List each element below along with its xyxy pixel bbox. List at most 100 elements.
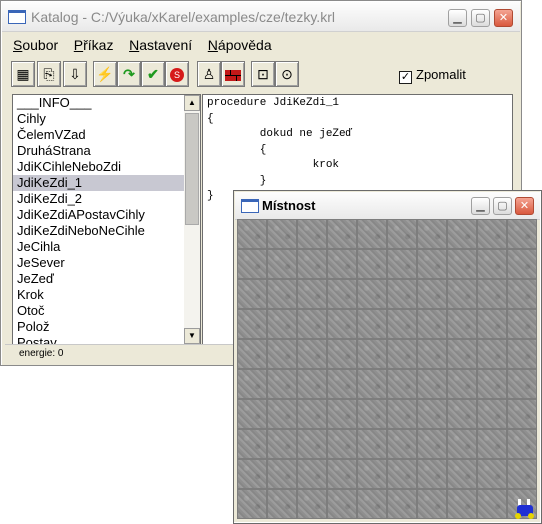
zpomalit-checkbox[interactable]: ✓ Zpomalit [399, 67, 466, 84]
room-tile[interactable] [358, 280, 386, 308]
room-tile[interactable] [478, 490, 506, 518]
room-tile[interactable] [418, 490, 446, 518]
target-icon-button[interactable]: ⊙ [275, 61, 299, 87]
room-tile[interactable] [478, 310, 506, 338]
room-tile[interactable] [508, 250, 536, 278]
room-tile[interactable] [418, 280, 446, 308]
list-item[interactable]: JdiKeZdiNeboNeCihle [13, 223, 184, 239]
room-tile[interactable] [328, 280, 356, 308]
room-tile[interactable] [358, 460, 386, 488]
room-tile[interactable] [298, 490, 326, 518]
room-tile[interactable] [508, 280, 536, 308]
room-tile[interactable] [358, 310, 386, 338]
room-tile[interactable] [448, 250, 476, 278]
room-tile[interactable] [268, 400, 296, 428]
room-tile[interactable] [328, 400, 356, 428]
minimize-button[interactable]: ▁ [448, 9, 467, 27]
list-item[interactable]: ČelemVZad [13, 127, 184, 143]
list-item[interactable]: Polož [13, 319, 184, 335]
room-tile[interactable] [388, 310, 416, 338]
room-tile[interactable] [358, 340, 386, 368]
room-tile[interactable] [508, 460, 536, 488]
list-item[interactable]: JdiKeZdi_2 [13, 191, 184, 207]
list-item[interactable]: JeCihla [13, 239, 184, 255]
room-tile[interactable] [448, 460, 476, 488]
room-tile[interactable] [418, 310, 446, 338]
list-scrollbar[interactable]: ▲ ▼ [184, 95, 200, 344]
scroll-up-button[interactable]: ▲ [184, 95, 200, 111]
room-tile[interactable] [508, 400, 536, 428]
room-maximize-button[interactable]: ▢ [493, 197, 512, 215]
room-tile[interactable] [388, 400, 416, 428]
room-tile[interactable] [298, 400, 326, 428]
save-icon-button[interactable]: ⇩ [63, 61, 87, 87]
close-button[interactable]: ✕ [494, 9, 513, 27]
room-tile[interactable] [328, 220, 356, 248]
menu-soubor[interactable]: Soubor [7, 35, 64, 53]
room-tile[interactable] [388, 340, 416, 368]
room-tile[interactable] [388, 490, 416, 518]
room-tile[interactable] [328, 310, 356, 338]
menu-napoveda[interactable]: Nápověda [202, 35, 278, 53]
room-tile[interactable] [418, 400, 446, 428]
room-tile[interactable] [328, 370, 356, 398]
room-tile[interactable] [478, 220, 506, 248]
room-tile[interactable] [298, 460, 326, 488]
room-tile[interactable] [268, 460, 296, 488]
menu-prikaz[interactable]: Příkaz [68, 35, 120, 53]
list-item[interactable]: JeSever [13, 255, 184, 271]
room-tile[interactable] [508, 430, 536, 458]
step-into-icon-button[interactable]: ✔ [141, 61, 165, 87]
room-tile[interactable] [298, 370, 326, 398]
room-tile[interactable] [448, 490, 476, 518]
list-item[interactable]: DruháStrana [13, 143, 184, 159]
room-close-button[interactable]: ✕ [515, 197, 534, 215]
room-tile[interactable] [238, 310, 266, 338]
menu-nastaveni[interactable]: Nastavení [123, 35, 198, 53]
room-tile[interactable] [268, 340, 296, 368]
room-tile[interactable] [388, 220, 416, 248]
room-tile[interactable] [478, 430, 506, 458]
maximize-button[interactable]: ▢ [471, 9, 490, 27]
room-tile[interactable] [508, 220, 536, 248]
room-tile[interactable] [448, 400, 476, 428]
room-tile[interactable] [268, 250, 296, 278]
room-tile[interactable] [298, 430, 326, 458]
room-tile[interactable] [388, 250, 416, 278]
room-tile[interactable] [298, 340, 326, 368]
list-item[interactable]: JdiKeZdi_1 [13, 175, 184, 191]
room-tile[interactable] [448, 310, 476, 338]
room-tile[interactable] [418, 250, 446, 278]
room-tile[interactable] [388, 370, 416, 398]
room-tile[interactable] [478, 460, 506, 488]
list-item[interactable]: Otoč [13, 303, 184, 319]
room-tile[interactable] [268, 310, 296, 338]
room-tile[interactable] [358, 250, 386, 278]
scroll-down-button[interactable]: ▼ [184, 328, 200, 344]
room-tile[interactable] [328, 460, 356, 488]
room-tile[interactable] [328, 340, 356, 368]
room-tile[interactable] [358, 490, 386, 518]
room-tile[interactable] [418, 430, 446, 458]
room-tile[interactable] [388, 430, 416, 458]
mistnost-titlebar[interactable]: Místnost ▁ ▢ ✕ [235, 192, 540, 220]
room-tile[interactable] [328, 490, 356, 518]
room-tile[interactable] [268, 220, 296, 248]
room-tile[interactable] [388, 280, 416, 308]
room-tile[interactable] [448, 370, 476, 398]
room-tile[interactable] [298, 280, 326, 308]
robot-icon-button[interactable]: ♙ [197, 61, 221, 87]
room-tile[interactable] [298, 310, 326, 338]
room-tile[interactable] [238, 490, 266, 518]
room-tile[interactable] [508, 370, 536, 398]
stop-icon-button[interactable]: S [165, 61, 189, 87]
room-tile[interactable] [358, 400, 386, 428]
room-tile[interactable] [298, 250, 326, 278]
catalog-icon-button[interactable]: ▦ [11, 61, 35, 87]
step-over-icon-button[interactable]: ↷ [117, 61, 141, 87]
room-tile[interactable] [238, 280, 266, 308]
room-tile[interactable] [478, 400, 506, 428]
room-tile[interactable] [448, 430, 476, 458]
room-tile[interactable] [478, 280, 506, 308]
room-tile[interactable] [508, 310, 536, 338]
